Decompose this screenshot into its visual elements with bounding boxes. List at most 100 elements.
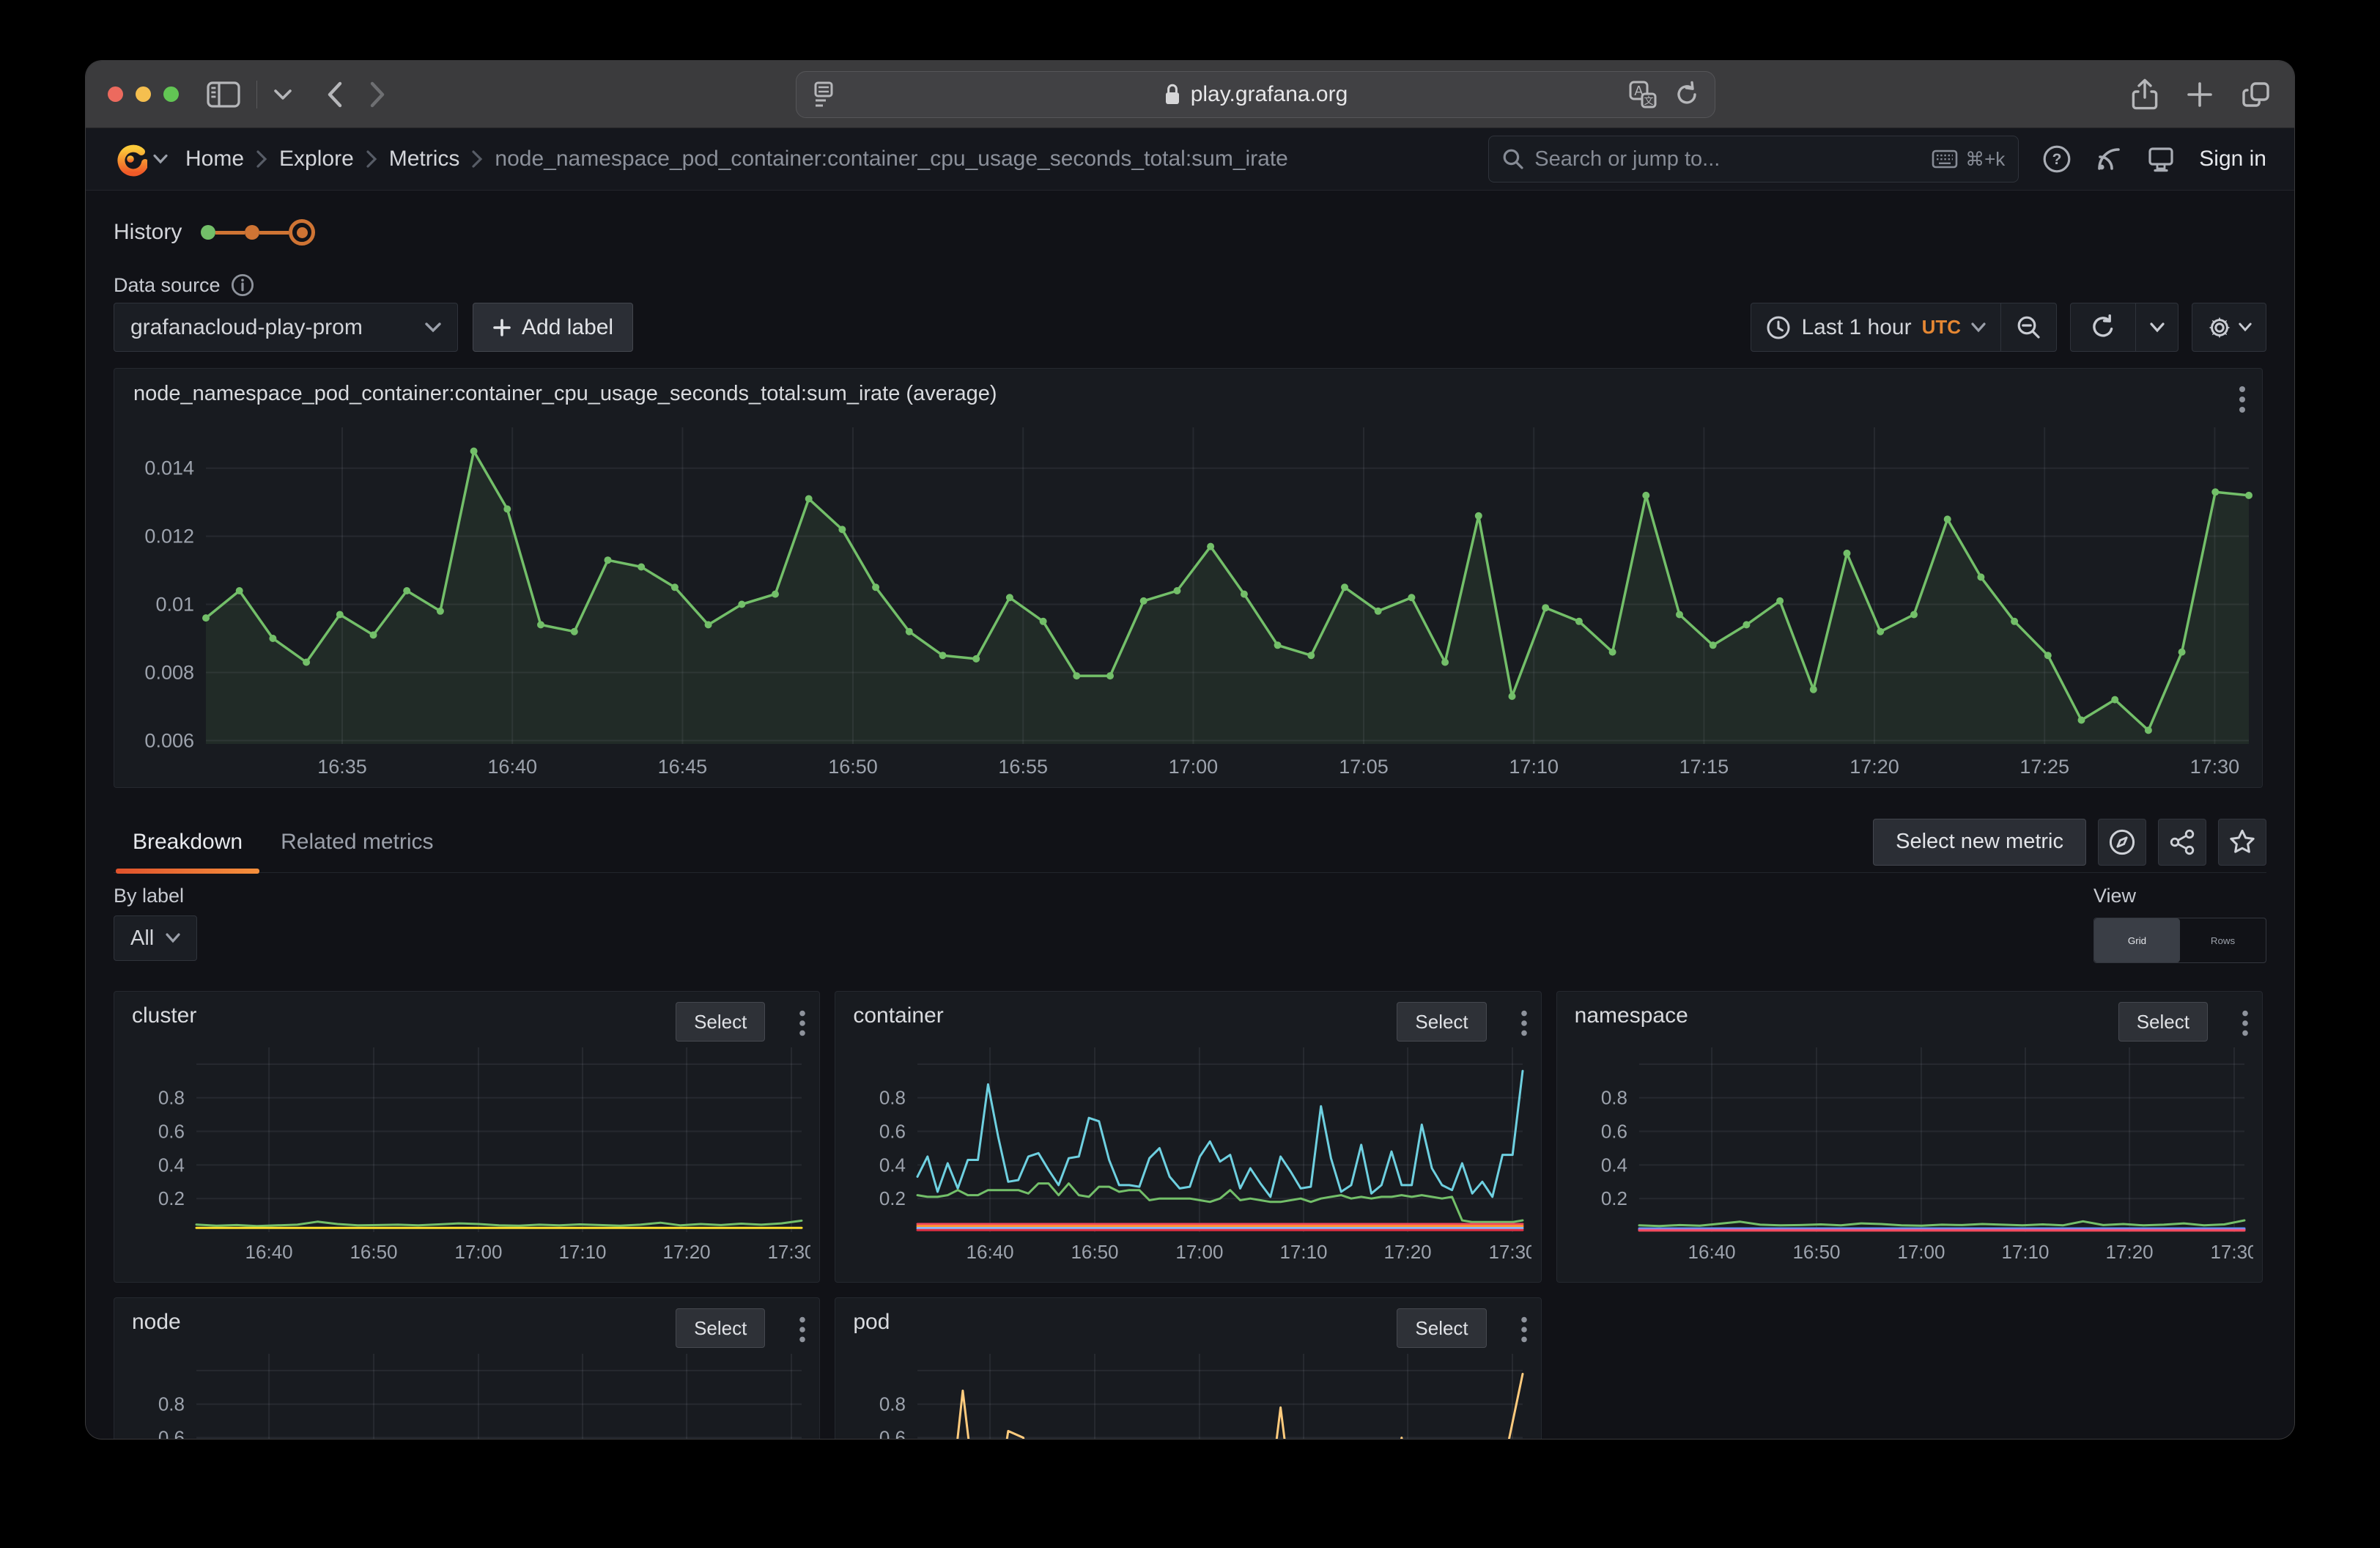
refresh-button[interactable] [2071,303,2135,351]
tab-related-metrics[interactable]: Related metrics [262,811,452,873]
breadcrumb-separator-icon [366,150,377,169]
history-step-current[interactable] [289,219,315,246]
new-tab-icon[interactable] [2184,79,2215,110]
panel-menu-icon[interactable] [1520,1009,1528,1037]
cluster-chart[interactable]: 0.20.40.60.816:4016:5017:0017:1017:2017:… [123,1043,810,1264]
minimize-window-button[interactable] [136,86,151,102]
svg-text:16:40: 16:40 [1688,1241,1735,1263]
view-grid-option[interactable]: Grid [2094,918,2180,962]
sidebar-icon[interactable] [207,81,240,108]
grafana-top-nav: Home Explore Metrics node_namespace_pod_… [86,128,2294,191]
node-chart[interactable]: 0.20.40.60.816:4016:5017:0017:1017:2017:… [123,1349,810,1439]
forward-button[interactable] [369,80,388,109]
monitor-icon[interactable] [2146,144,2176,174]
tab-breakdown[interactable]: Breakdown [114,811,262,873]
chevron-down-icon [1971,322,1986,333]
reload-icon[interactable] [1674,81,1700,108]
select-new-metric-button[interactable]: Select new metric [1873,819,2086,866]
svg-text:17:30: 17:30 [2190,756,2240,778]
settings-group [2192,303,2266,352]
address-bar[interactable]: play.grafana.org A文 [796,71,1715,118]
svg-text:0.2: 0.2 [158,1187,185,1209]
panel-menu-icon[interactable] [1520,1316,1528,1344]
svg-text:17:10: 17:10 [1509,756,1559,778]
svg-text:16:40: 16:40 [245,1241,293,1263]
select-button[interactable]: Select [2118,1002,2208,1042]
by-label-select[interactable]: All [114,915,197,961]
history-step-orange[interactable] [245,225,259,240]
svg-text:17:05: 17:05 [1339,756,1389,778]
view-rows-option[interactable]: Rows [2180,918,2266,962]
news-rss-icon[interactable] [2095,145,2123,173]
favorite-star-button[interactable] [2218,819,2266,866]
svg-text:0.6: 0.6 [879,1121,906,1143]
select-button[interactable]: Select [1397,1002,1486,1042]
history-timeline [201,219,315,246]
panel-menu-icon[interactable] [799,1009,806,1037]
svg-text:16:50: 16:50 [1792,1241,1840,1263]
url-text-wrap: play.grafana.org [797,82,1715,107]
grafana-logo[interactable] [114,141,147,177]
info-icon[interactable] [231,273,254,297]
add-label-button[interactable]: Add label [473,303,633,352]
refresh-interval-chevron[interactable] [2135,303,2178,351]
svg-text:17:30: 17:30 [1489,1241,1532,1263]
svg-text:16:50: 16:50 [350,1241,397,1263]
main-metric-chart[interactable]: 0.0060.0080.010.0120.01416:3516:4016:451… [122,409,2256,779]
history-connector [259,231,289,235]
data-source-label: Data source [114,274,221,297]
panel-title: pod [853,1310,890,1335]
sidebar-chevron-down-icon[interactable] [273,88,292,101]
svg-text:16:50: 16:50 [828,756,878,778]
share-panel-button[interactable] [2158,819,2206,866]
svg-text:?: ? [2052,151,2062,168]
main-panel-title: node_namespace_pod_container:container_c… [133,382,997,406]
svg-text:0.008: 0.008 [144,662,194,684]
svg-text:0.8: 0.8 [1601,1087,1627,1109]
history-step-green[interactable] [201,225,215,240]
svg-text:0.2: 0.2 [879,1187,906,1209]
share-icon[interactable] [2130,77,2159,112]
svg-text:0.6: 0.6 [1601,1121,1627,1143]
search-shortcut: ⌘+k [1932,148,2005,171]
back-button[interactable] [325,80,344,109]
svg-text:0.8: 0.8 [158,1393,185,1415]
sign-in-link[interactable]: Sign in [2199,147,2266,172]
tab-overview-icon[interactable] [2240,78,2272,111]
select-button[interactable]: Select [676,1308,765,1348]
select-button[interactable]: Select [1397,1308,1486,1348]
svg-text:17:00: 17:00 [1169,756,1219,778]
svg-text:0.2: 0.2 [1601,1187,1627,1209]
breadcrumb-home[interactable]: Home [185,147,244,172]
data-source-picker[interactable]: grafanacloud-play-prom [114,303,458,352]
container-chart[interactable]: 0.20.40.60.816:4016:5017:0017:1017:2017:… [844,1043,1531,1264]
url-bar-wrap: play.grafana.org A文 [401,71,2110,118]
breadcrumb-separator-icon [471,150,483,169]
close-window-button[interactable] [108,86,123,102]
breadcrumb-metrics[interactable]: Metrics [389,147,460,172]
panel-title: node [132,1310,181,1335]
translate-icon[interactable]: A文 [1628,80,1658,109]
org-chevron-down-icon[interactable] [153,154,168,164]
time-range-picker[interactable]: Last 1 hour UTC [1751,303,2000,351]
help-icon[interactable]: ? [2042,144,2072,174]
select-button[interactable]: Select [676,1002,765,1042]
time-range-label: Last 1 hour [1801,315,1911,340]
svg-text:16:50: 16:50 [1071,1241,1119,1263]
explore-compass-button[interactable] [2098,819,2146,866]
zoom-out-button[interactable] [2000,303,2056,351]
breadcrumb-explore[interactable]: Explore [279,147,354,172]
svg-text:17:30: 17:30 [2210,1241,2253,1263]
svg-text:0.012: 0.012 [144,526,194,548]
search-input[interactable]: Search or jump to... ⌘+k [1488,136,2019,183]
svg-text:0.4: 0.4 [879,1154,906,1176]
namespace-chart[interactable]: 0.20.40.60.816:4016:5017:0017:1017:2017:… [1566,1043,2253,1264]
panel-menu-icon[interactable] [2242,1009,2249,1037]
clock-icon [1766,315,1791,340]
url-domain: play.grafana.org [1191,82,1348,107]
maximize-window-button[interactable] [163,86,179,102]
traffic-lights [108,86,179,102]
pod-chart[interactable]: 0.20.40.60.816:4016:5017:0017:1017:2017:… [844,1349,1531,1439]
settings-button[interactable] [2192,303,2266,351]
panel-menu-icon[interactable] [799,1316,806,1344]
